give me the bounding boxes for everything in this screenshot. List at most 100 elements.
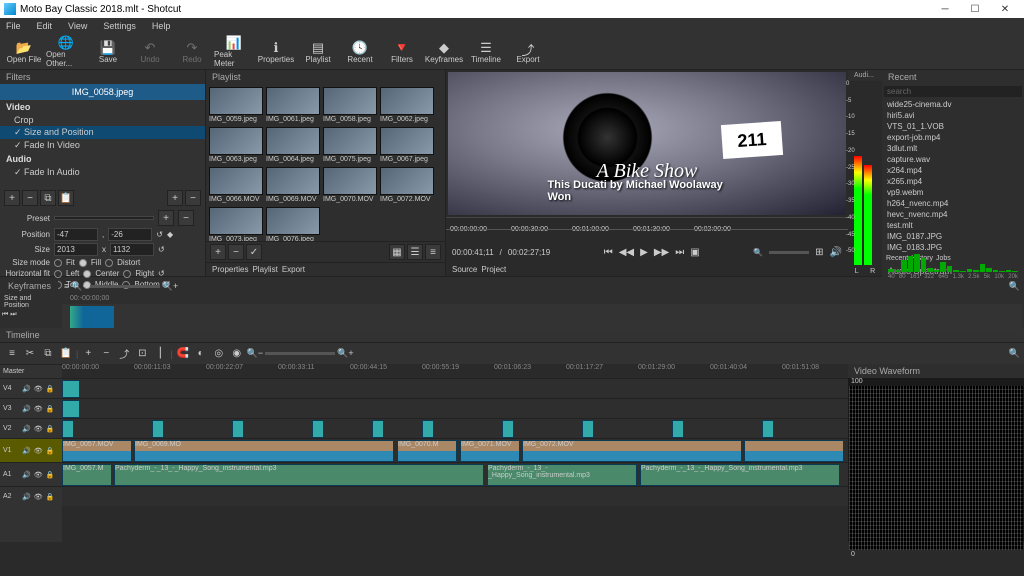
playlist-remove-button[interactable]: −	[228, 244, 244, 260]
filters-button[interactable]: 🔻Filters	[382, 36, 422, 68]
clip[interactable]	[672, 420, 684, 438]
recent-item[interactable]: VTS_01_1.VOB	[882, 121, 1024, 132]
playlist-thumb[interactable]: IMG_0073.jpeg	[209, 207, 263, 241]
video-clip[interactable]: IMG_0057.MOV	[62, 440, 132, 462]
recent-item[interactable]: vp9.webm	[882, 187, 1024, 198]
audio-clip[interactable]: Pachyderm_-_13_-_Happy_Song_instrumental…	[487, 464, 637, 486]
tl-ripple-all-icon[interactable]: ◉	[229, 346, 245, 362]
copy-filter-button[interactable]: ⧉	[40, 190, 56, 206]
playlist-thumb[interactable]: IMG_0063.jpeg	[209, 127, 263, 164]
reset-icon[interactable]: ↺	[156, 230, 163, 239]
redo-button[interactable]: ↷Redo	[172, 36, 212, 68]
recent-item[interactable]: x265.mp4	[882, 176, 1024, 187]
audio-clip[interactable]: IMG_0057.M	[62, 464, 112, 486]
audio-clip[interactable]: Pachyderm_-_13_-_Happy_Song_instrumental…	[114, 464, 484, 486]
kf-zoom-slider[interactable]	[90, 285, 160, 288]
zoom-out-icon[interactable]: 🔍−	[247, 348, 263, 359]
grid-icon[interactable]: ⊞	[815, 247, 823, 258]
recent-item[interactable]: hevc_nvenc.mp4	[882, 209, 1024, 220]
tab-project[interactable]: Project	[481, 265, 506, 274]
recent-item[interactable]: 3dlut.mlt	[882, 143, 1024, 154]
tab-source[interactable]: Source	[452, 265, 477, 274]
clip[interactable]	[582, 420, 594, 438]
kf-prev-icon[interactable]: ⏮	[2, 311, 8, 318]
recent-item[interactable]: h264_nvenc.mp4	[882, 198, 1024, 209]
track-header-v1[interactable]: V1🔊👁🔒	[0, 438, 62, 462]
playlist-view1-button[interactable]: ▦	[389, 244, 405, 260]
track-v3[interactable]	[62, 398, 848, 418]
filter-item[interactable]: ✓ Fade In Video	[0, 139, 205, 152]
tl-copy-icon[interactable]: ⧉	[40, 346, 56, 362]
playlist-thumb[interactable]: IMG_0069.MOV	[266, 167, 320, 204]
keyframe-icon[interactable]: ◆	[167, 230, 173, 239]
recent-button[interactable]: 🕓Recent	[340, 36, 380, 68]
zoom-fit-icon[interactable]: 🔍	[1009, 281, 1020, 292]
playlist-thumb[interactable]: IMG_0066.MOV	[209, 167, 263, 204]
recent-item[interactable]: hiri5.avi	[882, 110, 1024, 121]
save-button[interactable]: 💾Save	[88, 36, 128, 68]
position-x-input[interactable]: -47	[54, 228, 98, 241]
track-v2[interactable]	[62, 418, 848, 438]
tl-lift-icon[interactable]: ⤴	[116, 346, 132, 362]
playlist-check-button[interactable]: ✓	[246, 244, 262, 260]
recent-item[interactable]: capture.wav	[882, 154, 1024, 165]
track-a2[interactable]	[62, 486, 848, 506]
recent-search-input[interactable]: search	[884, 86, 1022, 97]
keyframes-button[interactable]: ◆Keyframes	[424, 36, 464, 68]
tl-snap-icon[interactable]: 🧲	[175, 346, 191, 362]
playlist-thumb[interactable]: IMG_0061.jpeg	[266, 87, 320, 124]
filter-item[interactable]: ✓ Size and Position	[0, 126, 205, 139]
video-clip[interactable]: IMG_0072.MOV	[522, 440, 742, 462]
fill-radio[interactable]	[79, 259, 87, 267]
tl-remove-icon[interactable]: −	[98, 346, 114, 362]
tl-split-icon[interactable]: ⎮	[152, 346, 168, 362]
kf-menu-icon[interactable]: ≡	[64, 281, 69, 291]
track-v1[interactable]: IMG_0057.MOVIMG_0069.MOIMG_0070.MIMG_007…	[62, 438, 848, 462]
preview-scrubber[interactable]: 00:00:00:0000:00:30:0000:01:00:0000:01:3…	[446, 217, 848, 241]
open-file-button[interactable]: 📂Open File	[4, 36, 44, 68]
paste-filter-button[interactable]: 📋	[58, 190, 74, 206]
loop-icon[interactable]: ▣	[690, 247, 699, 258]
playlist-thumb[interactable]: IMG_0070.MOV	[323, 167, 377, 204]
playlist-thumb[interactable]: IMG_0075.jpeg	[323, 127, 377, 164]
tab-export[interactable]: Export	[282, 265, 305, 274]
tab-properties[interactable]: Properties	[212, 265, 248, 274]
open-other--button[interactable]: 🌐Open Other...	[46, 36, 86, 68]
menu-help[interactable]: Help	[148, 21, 175, 31]
zoom-in-icon[interactable]: 🔍+	[337, 348, 353, 359]
zoom-slider[interactable]	[769, 251, 809, 254]
tl-append-icon[interactable]: +	[80, 346, 96, 362]
clip[interactable]	[62, 420, 74, 438]
menu-settings[interactable]: Settings	[99, 21, 140, 31]
tl-menu-icon[interactable]: ≡	[4, 346, 20, 362]
keyframe-clip[interactable]	[70, 306, 114, 328]
undo-button[interactable]: ↶Undo	[130, 36, 170, 68]
clip[interactable]	[762, 420, 774, 438]
track-header-a1[interactable]: A1🔊👁🔒	[0, 462, 62, 486]
recent-item[interactable]: wide25-cinema.dv	[882, 99, 1024, 110]
next-frame-icon[interactable]: ▶▶	[654, 247, 669, 258]
clip[interactable]	[312, 420, 324, 438]
tl-zoom-slider[interactable]	[265, 352, 335, 355]
preset-add-button[interactable]: +	[158, 210, 174, 226]
prev-frame-icon[interactable]: ◀◀	[619, 247, 634, 258]
playlist-menu-button[interactable]: ≡	[425, 244, 441, 260]
clip[interactable]	[502, 420, 514, 438]
close-button[interactable]: ✕	[990, 0, 1020, 18]
skip-start-icon[interactable]: ⏮	[604, 247, 613, 258]
audio-clip[interactable]: Pachyderm_-_13_-_Happy_Song_instrumental…	[640, 464, 840, 486]
playlist-thumb[interactable]: IMG_0062.jpeg	[380, 87, 434, 124]
menu-edit[interactable]: Edit	[33, 21, 57, 31]
preset-select[interactable]	[54, 216, 154, 220]
recent-item[interactable]: export-job.mp4	[882, 132, 1024, 143]
minimize-button[interactable]: ─	[930, 0, 960, 18]
recent-item[interactable]: x264.mp4	[882, 165, 1024, 176]
size-w-input[interactable]: 2013	[54, 243, 98, 256]
playlist-thumb[interactable]: IMG_0067.jpeg	[380, 127, 434, 164]
play-icon[interactable]: ▶	[640, 247, 648, 258]
track-header-a2[interactable]: A2🔊👁🔒	[0, 486, 62, 506]
fit-radio[interactable]	[54, 259, 62, 267]
export-button[interactable]: ⤴Export	[508, 36, 548, 68]
video-clip[interactable]: IMG_0071.MOV	[460, 440, 520, 462]
menu-file[interactable]: File	[2, 21, 25, 31]
